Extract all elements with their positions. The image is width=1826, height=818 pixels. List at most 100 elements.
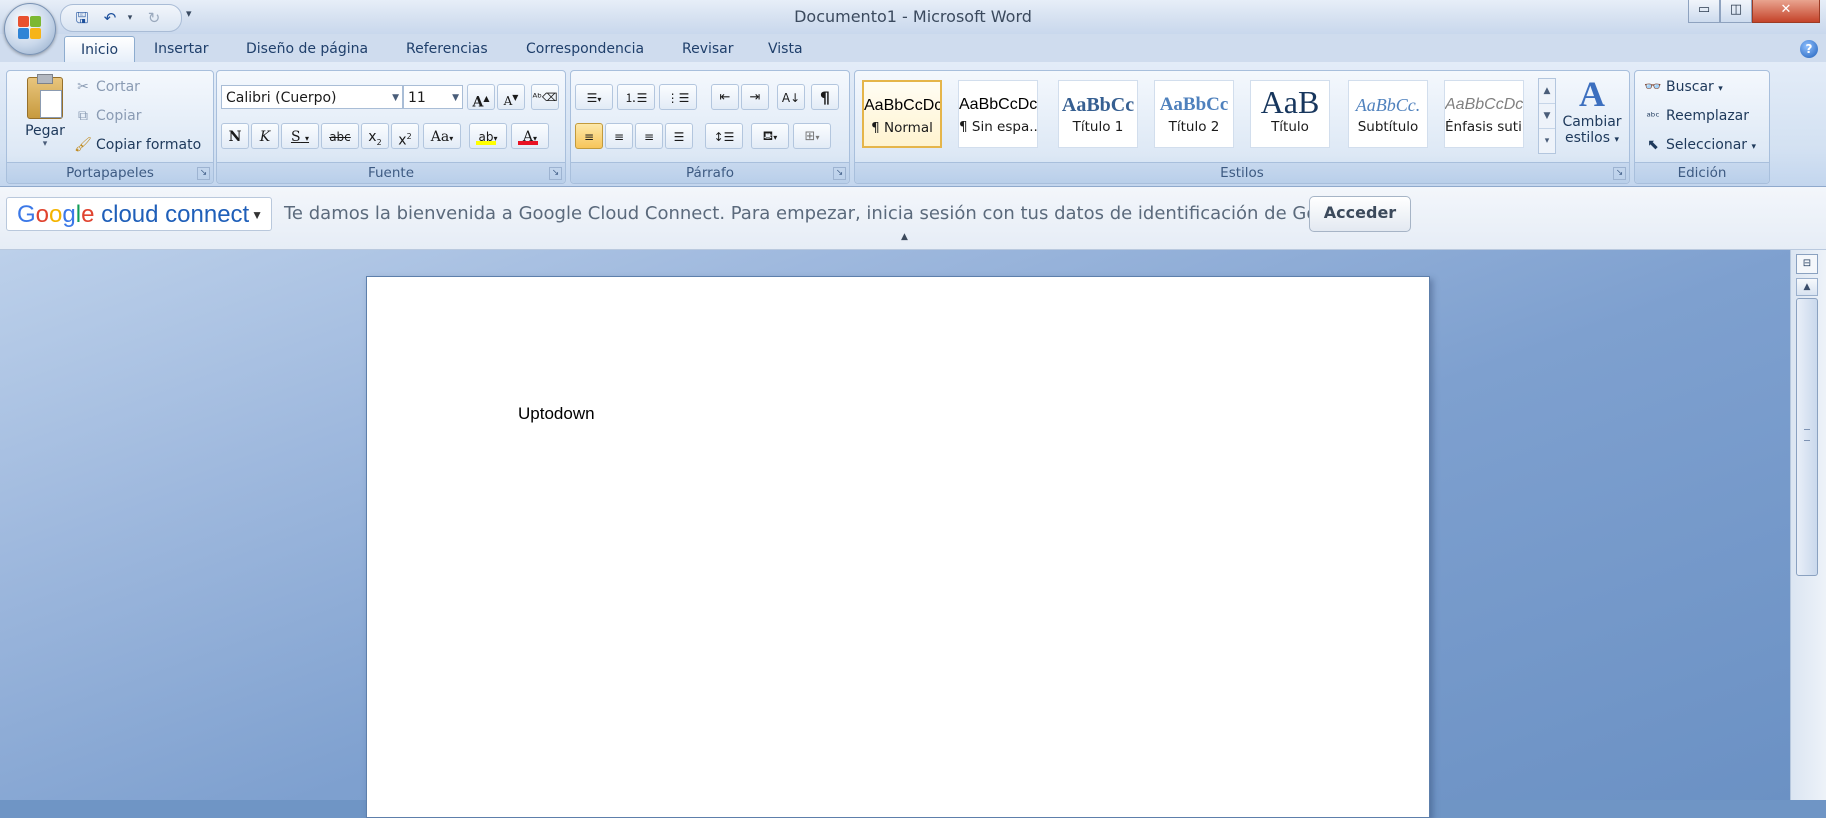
style-sample: AaBbCc [1159, 94, 1229, 115]
replace-button[interactable]: ᵃᵇᶜ Reemplazar [1643, 104, 1749, 128]
style-name: Título 1 [1072, 119, 1124, 135]
google-welcome-message: Te damos la bienvenida a Google Cloud Co… [284, 203, 1362, 224]
google-logo: Google [17, 201, 95, 228]
strikethrough-button[interactable]: abc [321, 123, 359, 149]
underline-button[interactable]: S ▾ [281, 123, 319, 149]
tab-diseno-pagina[interactable]: Diseño de página [230, 36, 384, 62]
bullet-list-icon: ☰ [586, 91, 598, 105]
style-normal[interactable]: AaBbCcDc ¶ Normal [862, 80, 942, 148]
clear-format-icon: ᴬᵇ⌫ [532, 91, 558, 104]
paste-button[interactable]: Pegar ▾ [15, 74, 75, 157]
copy-button[interactable]: ⧉ Copiar [73, 104, 141, 128]
tab-insertar[interactable]: Insertar [138, 36, 225, 62]
maximize-button[interactable]: ◫ [1720, 0, 1752, 23]
minimize-button[interactable]: ▭ [1688, 0, 1720, 23]
redo-icon[interactable]: ↻ [143, 8, 165, 28]
tab-correspondencia[interactable]: Correspondencia [510, 36, 660, 62]
styles-launcher-icon[interactable]: ↘ [1613, 167, 1626, 180]
style-titulo[interactable]: AaB Título [1250, 80, 1330, 148]
chevron-up-icon[interactable]: ▲ [1539, 79, 1555, 104]
style-sin-espaciado[interactable]: AaBbCcDc ¶ Sin espa... [958, 80, 1038, 148]
tab-revisar[interactable]: Revisar [666, 36, 750, 62]
superscript-button[interactable]: x2 [391, 123, 419, 149]
cut-label: Cortar [96, 79, 140, 95]
borders-button[interactable]: ⊞▾ [793, 123, 831, 149]
style-titulo-2[interactable]: AaBbCc Título 2 [1154, 80, 1234, 148]
decrease-indent-button[interactable]: ⇤ [711, 84, 739, 110]
more-icon[interactable]: ▾ [1539, 129, 1555, 153]
change-case-button[interactable]: Aa▾ [423, 123, 461, 149]
show-formatting-button[interactable]: ¶ [811, 84, 839, 110]
copy-icon: ⧉ [78, 108, 88, 124]
paragraph-launcher-icon[interactable]: ↘ [833, 167, 846, 180]
clipboard-group: Pegar ▾ ✂ Cortar ⧉ Copiar 🖌 Copiar formato … [6, 70, 214, 184]
scroll-up-icon[interactable]: ▲ [1796, 278, 1818, 296]
style-sample: AaB [1260, 85, 1320, 119]
cloud-connect-label: cloud connect [94, 201, 250, 228]
customize-qat-icon[interactable]: ▾ [186, 7, 192, 20]
collapse-bar-icon[interactable]: ▲ [901, 232, 908, 242]
line-spacing-button[interactable]: ↕☰ [705, 123, 743, 149]
shrink-font-button[interactable]: A▼ [497, 84, 525, 110]
styles-gallery-scroll[interactable]: ▲ ▼ ▾ [1538, 78, 1556, 154]
clear-format-button[interactable]: ᴬᵇ⌫ [531, 84, 559, 110]
change-styles-button[interactable]: A Cambiar estilos ▾ [1560, 74, 1624, 158]
acceder-button[interactable]: Acceder [1309, 196, 1411, 232]
clipboard-launcher-icon[interactable]: ↘ [197, 167, 210, 180]
document-page[interactable] [366, 276, 1430, 818]
subscript-label: x [368, 129, 377, 145]
font-size-combo[interactable]: 11 ▼ [403, 85, 463, 109]
sort-button[interactable]: A↓ [777, 84, 805, 110]
ruler-toggle-icon[interactable]: ⊟ [1796, 254, 1818, 274]
office-button[interactable] [4, 3, 56, 55]
increase-indent-icon: ⇥ [749, 90, 761, 105]
undo-icon[interactable]: ↶ [99, 8, 121, 28]
google-cloud-connect-menu[interactable]: Google cloud connect ▼ [6, 197, 272, 231]
help-icon[interactable]: ? [1800, 40, 1818, 58]
superscript-label: x [398, 132, 407, 149]
align-left-button[interactable]: ≡ [575, 123, 603, 149]
bold-button[interactable]: N [221, 123, 249, 149]
increase-indent-button[interactable]: ⇥ [741, 84, 769, 110]
subscript-button[interactable]: x2 [361, 123, 389, 149]
replace-label: Reemplazar [1666, 108, 1750, 124]
document-text[interactable]: Uptodown [518, 404, 595, 424]
select-button[interactable]: ⬉ Seleccionar ▾ [1643, 133, 1756, 157]
save-icon[interactable]: 🖫 [71, 8, 93, 28]
close-button[interactable]: ✕ [1752, 0, 1820, 23]
multilevel-list-button[interactable]: ⋮☰ [659, 84, 697, 110]
chevron-down-icon[interactable]: ▼ [1539, 104, 1555, 129]
office-logo-icon [18, 16, 42, 40]
chevron-down-icon: ▼ [452, 93, 459, 103]
shading-button[interactable]: ⛾▾ [751, 123, 789, 149]
font-launcher-icon[interactable]: ↘ [549, 167, 562, 180]
justify-button[interactable]: ☰ [665, 123, 693, 149]
tab-referencias[interactable]: Referencias [390, 36, 504, 62]
font-color-button[interactable]: A▾ [511, 123, 549, 149]
font-size-value: 11 [408, 90, 426, 106]
style-subtitulo[interactable]: AaBbCc. Subtítulo [1348, 80, 1428, 148]
scroll-thumb[interactable] [1796, 298, 1818, 576]
grow-font-button[interactable]: A▲ [467, 84, 495, 111]
align-center-button[interactable]: ≡ [605, 123, 633, 149]
tab-inicio[interactable]: Inicio [64, 36, 136, 63]
highlight-button[interactable]: ab▾ [469, 123, 507, 149]
undo-dropdown-icon[interactable]: ▾ [119, 8, 141, 28]
style-sample: AaBbCc [1061, 94, 1135, 116]
align-right-button[interactable]: ≡ [635, 123, 663, 149]
tab-vista[interactable]: Vista [752, 36, 819, 62]
style-titulo-1[interactable]: AaBbCc Título 1 [1058, 80, 1138, 148]
justify-icon: ☰ [673, 130, 685, 144]
style-sample: AaBbCcDc [1445, 96, 1523, 113]
sort-az-icon: A↓ [781, 91, 801, 105]
vertical-scrollbar[interactable]: ⊟ ▲ [1790, 250, 1826, 800]
numbering-button[interactable]: ⒈☰ [617, 84, 655, 110]
font-name-combo[interactable]: Calibri (Cuerpo) ▼ [221, 85, 403, 109]
find-button[interactable]: 👓 Buscar ▾ [1643, 75, 1723, 99]
style-enfasis-sutil[interactable]: AaBbCcDc Énfasis sutil [1444, 80, 1524, 148]
format-painter-button[interactable]: 🖌 Copiar formato [73, 133, 201, 157]
bullets-button[interactable]: ☰▾ [575, 84, 613, 110]
style-sample: AaBbCcDc [959, 96, 1037, 113]
cut-button[interactable]: ✂ Cortar [73, 75, 140, 99]
italic-button[interactable]: K [251, 123, 279, 149]
